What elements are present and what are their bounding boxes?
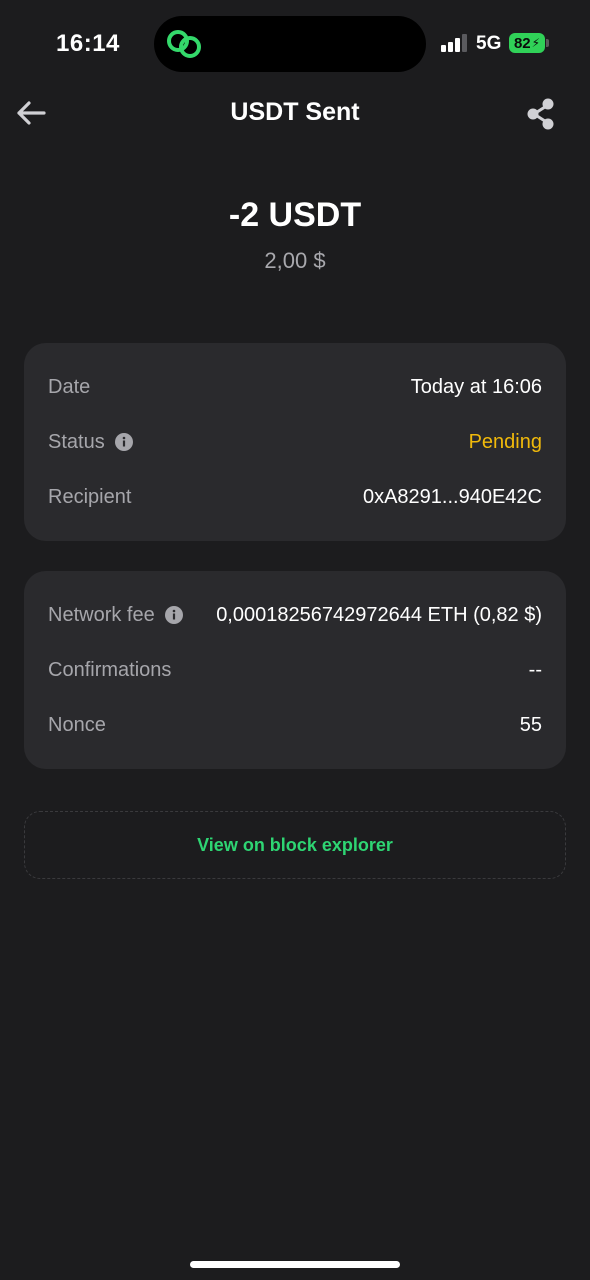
nonce-value: 55 [519, 713, 542, 736]
network-fee-label-wrap: Network fee [48, 604, 183, 627]
confirmations-row: Confirmations -- [48, 655, 542, 685]
date-row: Date Today at 16:06 [48, 372, 542, 402]
network-type: 5G [476, 33, 502, 54]
recipient-address[interactable]: 0xA8291...940E42C [363, 486, 542, 509]
confirmations-label: Confirmations [48, 658, 172, 681]
network-details-card: Network fee 0,00018256742972644 ETH (0,8… [24, 571, 566, 769]
status-value: Pending [468, 430, 542, 453]
status-time: 16:14 [56, 30, 120, 57]
battery-indicator: 82 ⚡ [509, 33, 545, 53]
transaction-details-card: Date Today at 16:06 Status Pending Recip… [24, 343, 566, 541]
explorer-button-label: View on block explorer [197, 834, 393, 855]
nonce-row: Nonce 55 [48, 710, 542, 740]
status-bar: 16:14 5G 82 ⚡ [0, 0, 590, 88]
signal-icon [441, 34, 467, 52]
share-button[interactable] [524, 96, 558, 132]
header: USDT Sent [0, 88, 590, 144]
transaction-detail-screen: 16:14 5G 82 ⚡ USDT Sent -2 USDT 2,00 $ D… [0, 0, 590, 1280]
status-row: Status Pending [48, 427, 542, 457]
info-icon[interactable] [114, 433, 133, 451]
network-fee-label: Network fee [48, 603, 155, 626]
network-fee-row: Network fee 0,00018256742972644 ETH (0,8… [48, 600, 542, 630]
page-title: USDT Sent [230, 98, 360, 126]
view-on-block-explorer-button[interactable]: View on block explorer [24, 811, 566, 879]
battery-tip [546, 39, 549, 47]
charging-icon: ⚡ [531, 36, 541, 50]
share-icon [527, 98, 554, 130]
amount-fiat: 2,00 $ [264, 248, 326, 273]
network-fee-value: 0,00018256742972644 ETH (0,82 $) [216, 603, 542, 626]
date-label: Date [48, 375, 91, 398]
link-icon [167, 30, 201, 58]
confirmations-value: -- [528, 658, 542, 681]
nonce-label: Nonce [48, 713, 106, 736]
date-value: Today at 16:06 [410, 375, 542, 398]
status-label: Status [48, 430, 105, 453]
home-indicator[interactable] [190, 1261, 400, 1268]
recipient-row[interactable]: Recipient 0xA8291...940E42C [48, 482, 542, 512]
recipient-label: Recipient [48, 485, 132, 508]
status-label-wrap: Status [48, 431, 133, 454]
battery-level: 82 [513, 34, 531, 52]
info-icon[interactable] [164, 606, 183, 624]
dynamic-island [154, 16, 426, 72]
amount-crypto: -2 USDT [228, 196, 362, 234]
